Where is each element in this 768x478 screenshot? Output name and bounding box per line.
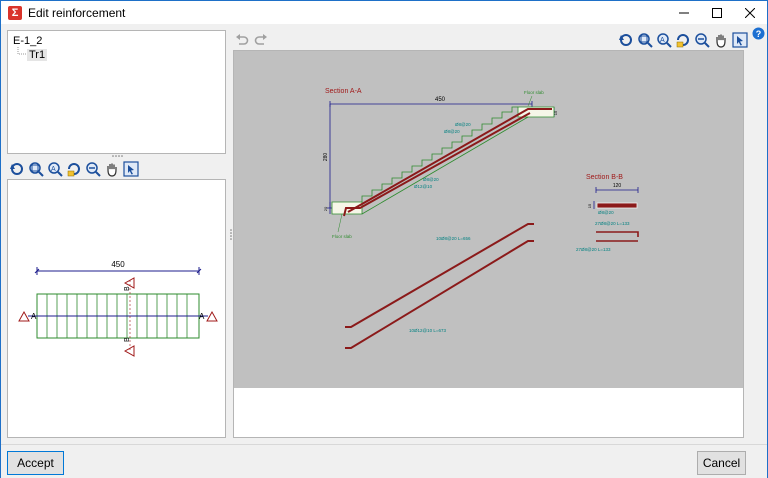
dimension-small-1: 20 <box>323 206 328 211</box>
section-b-bottom-marker <box>123 345 135 357</box>
refresh-icon[interactable] <box>675 32 691 48</box>
minimize-icon <box>679 12 689 13</box>
close-icon <box>745 7 755 18</box>
plan-toolbar: A <box>9 161 149 179</box>
stair-steps <box>361 106 518 202</box>
label-top-2: Ø8@20 <box>444 129 460 134</box>
zoom-all-icon[interactable]: A <box>47 161 63 177</box>
dimension-bb-label: 120 <box>613 183 622 189</box>
section-bb-title: Section B-B <box>586 174 623 181</box>
select-icon[interactable] <box>123 161 139 177</box>
drawing-info-area <box>234 388 732 437</box>
zoom-out-icon[interactable] <box>85 161 101 177</box>
label-bb-2: 27Ø8@20 L=133 <box>595 221 630 226</box>
dimension-small-3: 15 <box>587 203 592 208</box>
edit-reinforcement-window: Σ Edit reinforcement E-1_2 Tr1 A 450 A A… <box>0 0 768 478</box>
section-aa-title: Section A-A <box>325 88 362 95</box>
select-icon[interactable] <box>732 32 748 48</box>
label-mid-2: Ø12@10 <box>414 184 433 189</box>
maximize-button[interactable] <box>700 1 734 24</box>
drawing-panel[interactable]: Section A-A 450 280 20 15 Floor slab Flo… <box>233 50 744 438</box>
zoom-out-icon[interactable] <box>694 32 710 48</box>
horizontal-splitter-handle[interactable] <box>111 154 125 158</box>
floor-slab-top-label: Floor slab <box>524 90 544 95</box>
section-b-bottom-label: B <box>124 337 131 342</box>
dialog-footer: Accept Cancel <box>1 444 767 478</box>
label-bar-lower: 10Ø12@10 L=673 <box>409 328 446 333</box>
section-a-left-marker <box>18 310 30 322</box>
plan-view-panel[interactable]: 450 A A B B <box>7 179 226 438</box>
svg-text:A: A <box>51 166 56 173</box>
label-top-1: Ø8@20 <box>455 122 471 127</box>
floor-slab-bottom-label: Floor slab <box>332 234 352 239</box>
rebar-bottom-main <box>343 112 531 217</box>
redo-icon[interactable] <box>254 33 268 47</box>
zoom-window-icon[interactable] <box>28 161 44 177</box>
close-button[interactable] <box>733 1 767 24</box>
section-bb-slab <box>596 202 638 209</box>
zoom-window-icon[interactable] <box>637 32 653 48</box>
title-bar: Σ Edit reinforcement <box>1 1 767 24</box>
section-a-right-marker <box>206 310 218 322</box>
pan-hand-icon[interactable] <box>104 161 120 177</box>
maximize-icon <box>712 7 722 18</box>
pan-hand-icon[interactable] <box>713 32 729 48</box>
reset-view-icon[interactable] <box>618 32 634 48</box>
reinforcement-drawing: Section A-A 450 280 20 15 Floor slab Flo… <box>234 51 743 388</box>
label-bb-1: Ø8@20 <box>598 210 614 215</box>
svg-text:?: ? <box>756 29 762 39</box>
tree-panel: E-1_2 Tr1 <box>7 30 226 154</box>
minimize-button[interactable] <box>667 1 701 24</box>
label-bb-3: 27Ø8@20 L=133 <box>576 247 611 252</box>
reset-view-icon[interactable] <box>9 161 25 177</box>
tree-root-item[interactable]: E-1_2 <box>13 35 42 47</box>
zoom-all-icon[interactable]: A <box>656 32 672 48</box>
stair-plan-drawing: 450 A A B B <box>18 260 218 357</box>
rebar-bb-stirrup-1 <box>596 231 639 237</box>
label-bar-upper: 10Ø8@20 L=656 <box>436 236 471 241</box>
dimension-height-label: 280 <box>323 153 329 162</box>
section-a-left-label: A <box>31 312 37 321</box>
undo-icon[interactable] <box>235 33 249 47</box>
tree-child-item[interactable]: Tr1 <box>27 49 48 61</box>
refresh-icon[interactable] <box>66 161 82 177</box>
section-b-top-label: B <box>124 286 131 291</box>
label-mid-1: Ø8@20 <box>423 177 439 182</box>
drawing-toolbar: A <box>618 32 748 50</box>
plan-dimension-label: 450 <box>111 260 125 269</box>
help-icon[interactable]: ? <box>752 27 765 40</box>
section-a-right-label: A <box>199 312 205 321</box>
dimension-length-label: 450 <box>435 97 446 103</box>
svg-text:A: A <box>660 37 665 44</box>
cancel-button[interactable]: Cancel <box>697 451 746 475</box>
accept-button[interactable]: Accept <box>7 451 64 475</box>
app-logo-icon: Σ <box>8 5 22 20</box>
window-title: Edit reinforcement <box>28 5 126 20</box>
